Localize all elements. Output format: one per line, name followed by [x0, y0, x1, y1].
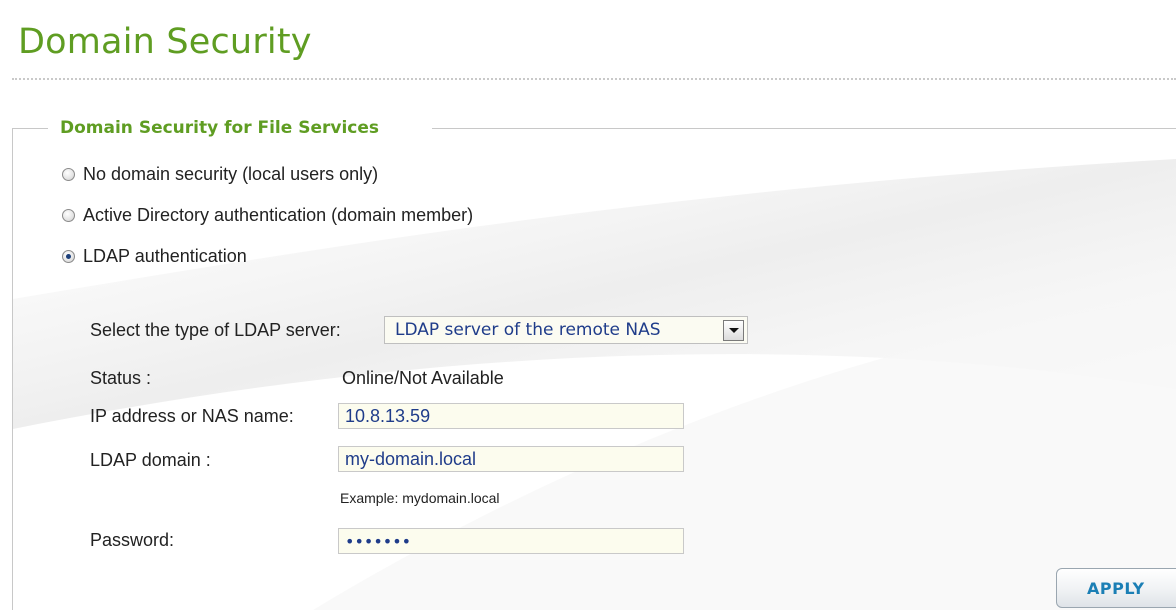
radio-option-active-directory[interactable]: Active Directory authentication (domain …	[62, 205, 473, 226]
radio-button[interactable]	[62, 168, 75, 181]
fieldset-border	[12, 128, 13, 610]
ldap-domain-label: LDAP domain :	[90, 450, 211, 470]
fieldset-border	[432, 128, 1176, 129]
server-type-label: Select the type of LDAP server:	[90, 320, 341, 340]
section-legend: Domain Security for File Services	[60, 118, 379, 138]
radio-label: No domain security (local users only)	[83, 164, 379, 184]
radio-option-ldap[interactable]: LDAP authentication	[62, 246, 247, 267]
radio-label: LDAP authentication	[83, 246, 247, 266]
apply-button[interactable]: APPLY	[1056, 568, 1176, 608]
domain-security-page: Domain Security Domain Security for File…	[0, 0, 1176, 610]
status-label: Status :	[90, 368, 152, 388]
radio-button[interactable]	[62, 209, 75, 222]
radio-button-selected[interactable]	[62, 250, 75, 263]
page-title: Domain Security	[18, 22, 312, 62]
status-value: Online/Not Available	[342, 368, 504, 388]
password-field[interactable]	[338, 528, 684, 554]
password-label: Password:	[90, 530, 175, 550]
ip-address-input[interactable]	[338, 403, 684, 429]
ldap-domain-hint: Example: mydomain.local	[340, 490, 500, 506]
ip-label: IP address or NAS name:	[90, 406, 294, 426]
server-type-select[interactable]: LDAP server of the remote NAS	[384, 316, 748, 344]
chevron-down-icon[interactable]	[723, 319, 744, 341]
fieldset-border	[12, 128, 48, 129]
radio-label: Active Directory authentication (domain …	[83, 205, 474, 225]
server-type-value: LDAP server of the remote NAS	[395, 320, 661, 340]
title-divider	[12, 78, 1176, 80]
radio-option-no-domain[interactable]: No domain security (local users only)	[62, 164, 378, 185]
ldap-domain-input[interactable]	[338, 446, 684, 472]
